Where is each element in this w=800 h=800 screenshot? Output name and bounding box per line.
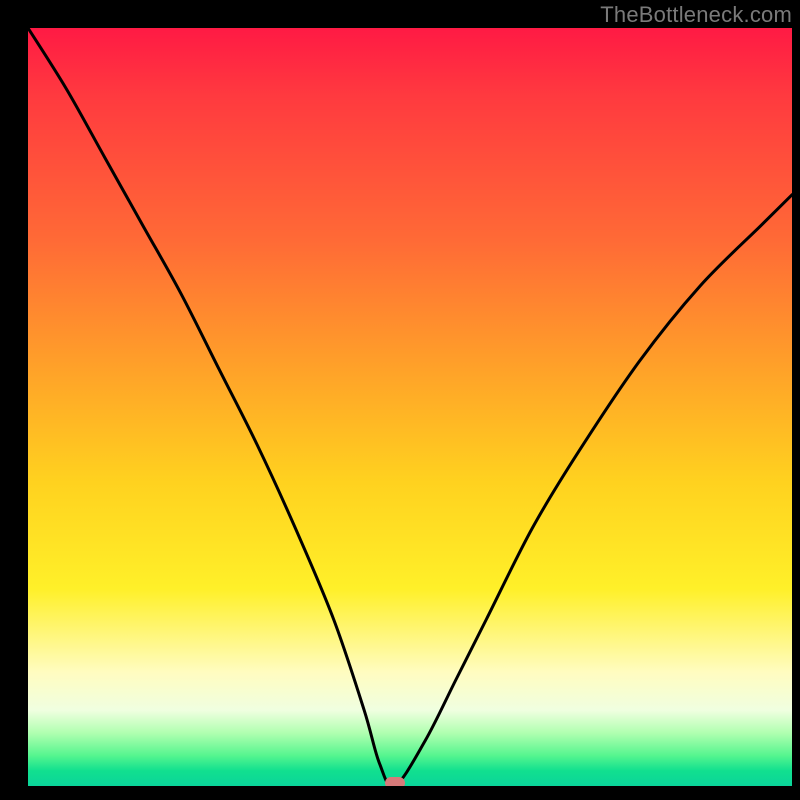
bottleneck-curve <box>28 28 792 786</box>
optimal-point-marker <box>385 777 405 786</box>
watermark-text: TheBottleneck.com <box>600 2 792 28</box>
plot-area <box>28 28 792 786</box>
chart-frame: TheBottleneck.com <box>0 0 800 800</box>
